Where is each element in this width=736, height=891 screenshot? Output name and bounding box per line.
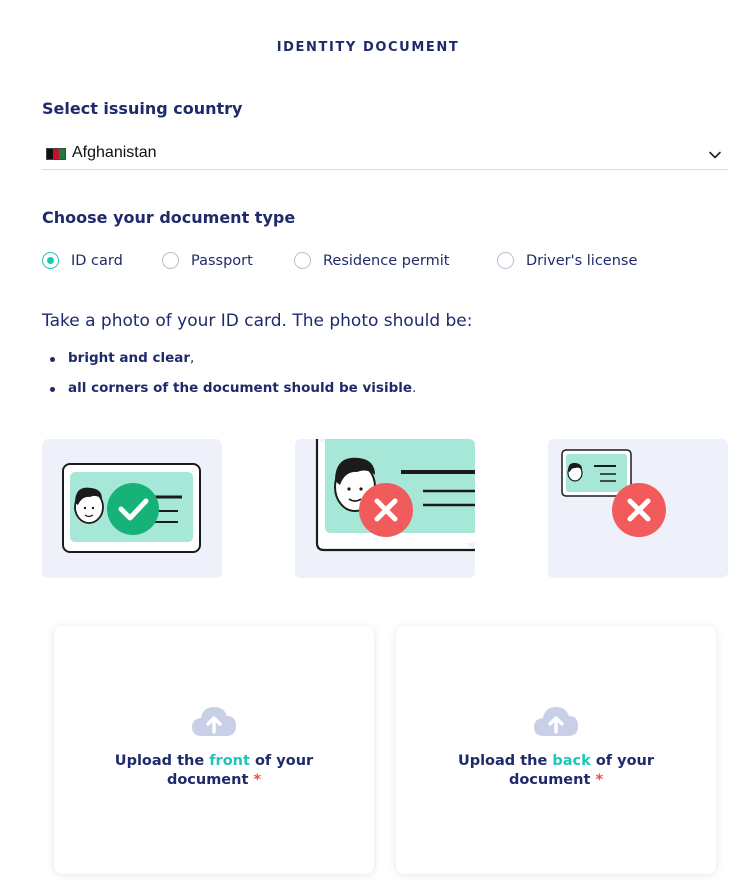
country-select[interactable]: Afghanistan [42, 142, 728, 170]
radio-label: Driver's license [526, 253, 638, 269]
radio-circle [294, 252, 311, 269]
upload-text-part: Upload the [457, 753, 553, 769]
cross-icon [612, 483, 666, 537]
page-title: IDENTITY DOCUMENT [276, 40, 460, 55]
radio-circle [497, 252, 514, 269]
id-card-too-far-illustration [561, 449, 666, 537]
bullet-rest-text: . [412, 380, 417, 396]
bullet-rest-text: , [190, 350, 195, 366]
photo-instructions: Take a photo of your ID card. The photo … [42, 311, 473, 331]
required-marker: * [253, 772, 262, 788]
radio-label: ID card [71, 253, 123, 269]
bullet-bold-text: bright and clear [68, 350, 191, 366]
radio-label: Passport [191, 253, 253, 269]
upload-text-part: Upload the [114, 753, 210, 769]
cross-icon [359, 483, 413, 537]
radio-circle [162, 252, 179, 269]
list-item: bright and clear, [50, 350, 416, 380]
country-label: Select issuing country [42, 99, 243, 118]
upload-front-card[interactable]: Upload the front of your document * [54, 626, 374, 874]
example-correct [42, 439, 222, 578]
chevron-down-icon [709, 151, 721, 159]
face-icon [74, 487, 104, 524]
cloud-upload-icon [192, 707, 236, 736]
id-card-too-close-illustration [315, 439, 475, 552]
id-card-correct-illustration [62, 463, 201, 553]
list-item: all corners of the document should be vi… [50, 380, 416, 410]
afghanistan-flag-icon [46, 148, 66, 160]
country-select-value: Afghanistan [72, 144, 157, 161]
upload-back-card[interactable]: Upload the back of your document * [396, 626, 716, 874]
doc-type-label: Choose your document type [42, 208, 296, 227]
upload-text-part: document [508, 772, 591, 788]
instruction-bullets: bright and clear, all corners of the doc… [50, 350, 416, 410]
upload-highlight: back [552, 753, 591, 769]
radio-circle [42, 252, 59, 269]
upload-text-part: of your [590, 753, 655, 769]
cloud-upload-icon [534, 707, 578, 736]
example-too-close [295, 439, 475, 578]
upload-back-text: Upload the back of your document * [436, 752, 676, 790]
required-marker: * [595, 772, 604, 788]
upload-text-part: of your [249, 753, 314, 769]
upload-text-part: document [166, 772, 249, 788]
face-icon [567, 462, 583, 482]
upload-front-text: Upload the front of your document * [94, 752, 334, 790]
check-icon [107, 483, 159, 535]
upload-highlight: front [209, 753, 250, 769]
radio-label: Residence permit [323, 253, 450, 269]
bullet-bold-text: all corners of the document should be vi… [68, 380, 413, 396]
example-too-far [548, 439, 728, 578]
